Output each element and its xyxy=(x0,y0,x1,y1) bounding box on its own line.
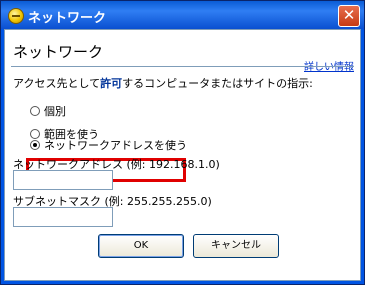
cancel-button[interactable]: キャンセル xyxy=(193,234,279,258)
network-address-input[interactable] xyxy=(13,170,113,190)
radio-button-selected-icon[interactable] xyxy=(30,140,40,150)
radio-button-icon[interactable] xyxy=(30,106,40,116)
instruction-text: アクセス先として許可するコンピュータまたはサイトの指示: xyxy=(13,75,313,91)
radio-label-individual: 個別 xyxy=(44,105,66,118)
instruction-emphasis: 許可 xyxy=(100,77,123,90)
instruction-suffix: するコンピュータまたはサイトの指示: xyxy=(122,77,313,90)
ok-button[interactable]: OK xyxy=(98,234,184,258)
close-icon: ✕ xyxy=(342,6,356,24)
heading-divider xyxy=(11,66,354,67)
radio-network-address[interactable]: ネットワークアドレスを使う xyxy=(30,137,187,153)
title-bar[interactable]: ネットワーク ✕ xyxy=(1,1,364,29)
window-title: ネットワーク xyxy=(28,11,107,26)
dialog-window: ネットワーク ✕ ネットワーク 詳しい情報 アクセス先として許可するコンピュータ… xyxy=(0,0,365,285)
radio-label-network-address: ネットワークアドレスを使う xyxy=(44,139,187,152)
subnet-mask-input[interactable] xyxy=(13,207,113,227)
section-heading: ネットワーク xyxy=(13,43,104,61)
close-button[interactable]: ✕ xyxy=(338,5,360,27)
instruction-prefix: アクセス先として xyxy=(13,77,101,90)
dialog-content: ネットワーク 詳しい情報 アクセス先として許可するコンピュータまたはサイトの指示… xyxy=(4,29,361,281)
network-globe-icon xyxy=(8,8,24,24)
radio-individual[interactable]: 個別 xyxy=(30,103,66,119)
